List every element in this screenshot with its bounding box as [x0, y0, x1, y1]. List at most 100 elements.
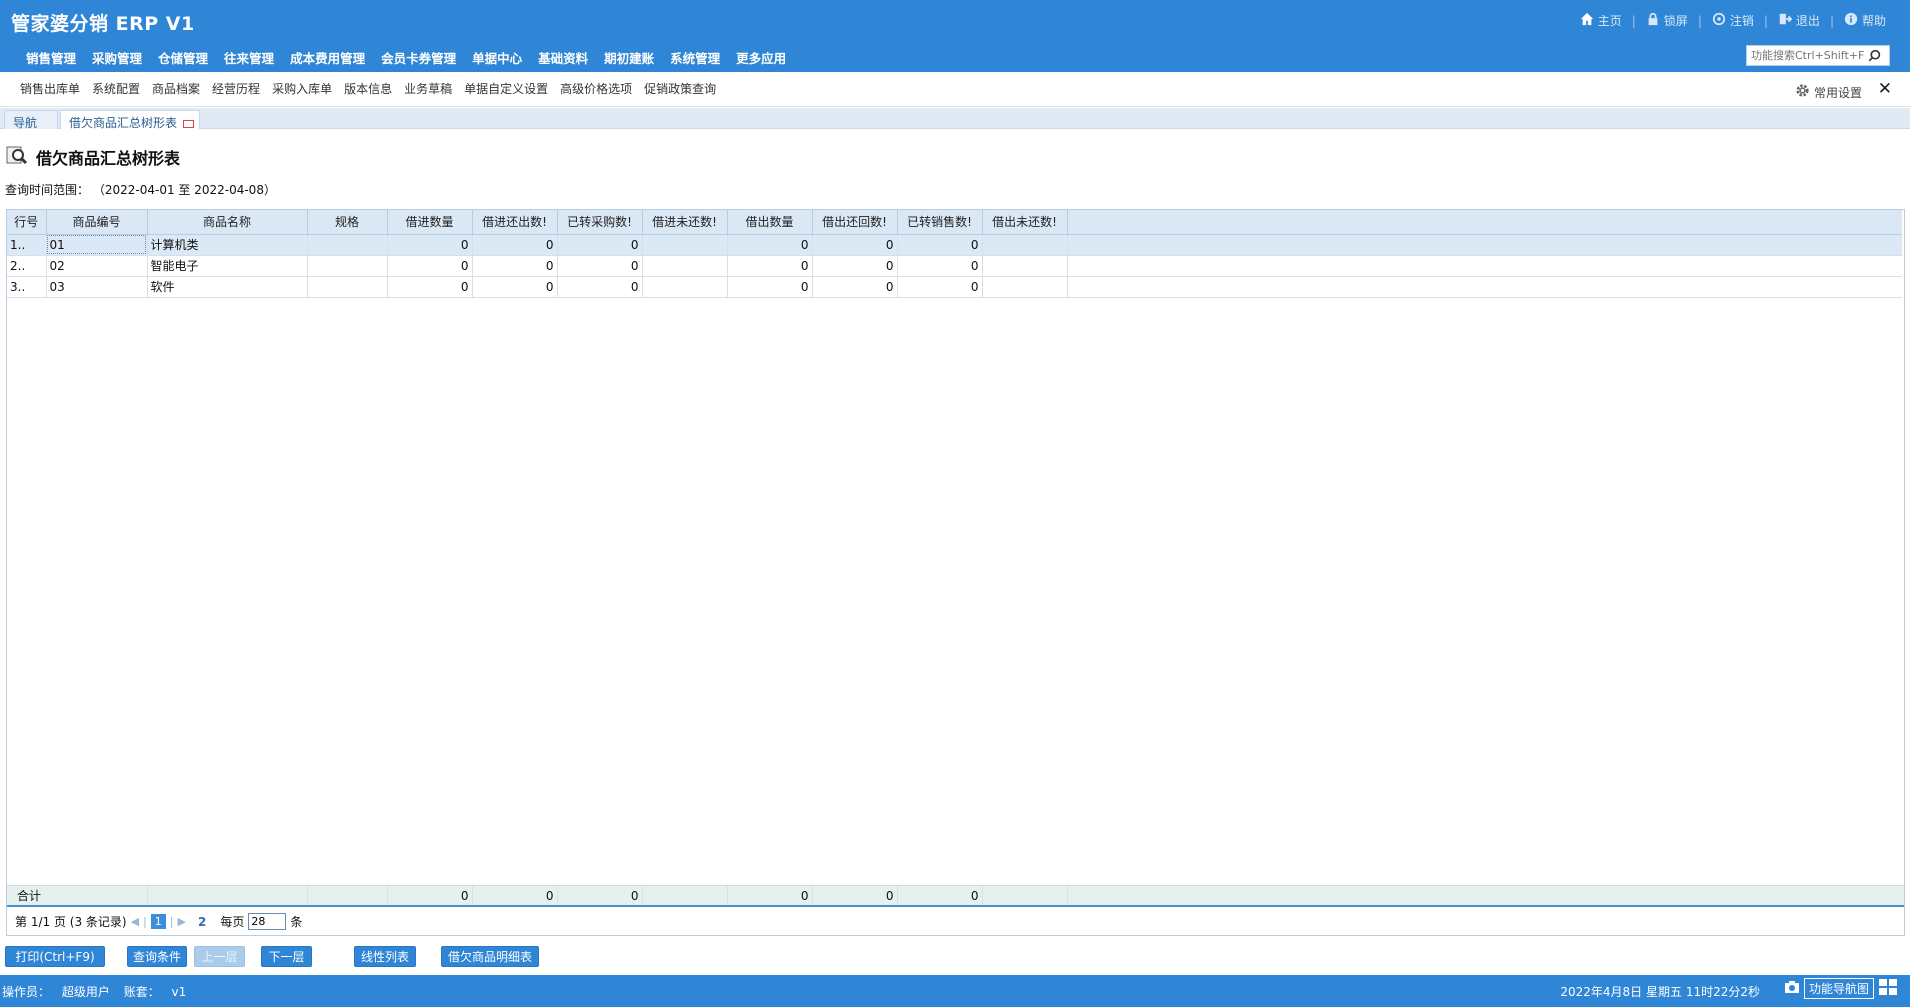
query-conditions-button[interactable]: 查询条件	[127, 946, 187, 967]
action-bar: 打印(Ctrl+F9) 查询条件 上一层 下一层 线性列表 借欠商品明细表	[5, 946, 805, 968]
col-header[interactable]: 已转销售数!	[897, 210, 983, 235]
cell-number[interactable]: 0	[472, 255, 558, 277]
exit-link[interactable]: 退出	[1770, 12, 1828, 29]
prev-page-icon[interactable]: ◀	[131, 915, 139, 928]
col-header[interactable]: 规格	[307, 210, 388, 235]
cell-number[interactable]	[982, 234, 1068, 256]
table-row[interactable]: 1.. 01 计算机类 0 0 0 0 0 0	[7, 234, 1902, 256]
cell-number[interactable]: 0	[387, 276, 473, 298]
level-down-button[interactable]: 下一层	[261, 946, 312, 967]
lock-screen-link[interactable]: 锁屏	[1638, 12, 1696, 29]
cell-spec[interactable]	[307, 255, 388, 277]
search-icon[interactable]	[1865, 47, 1883, 65]
quick-link-sales-out[interactable]: 销售出库单	[14, 80, 86, 97]
quick-link-version[interactable]: 版本信息	[338, 80, 398, 97]
cell-code[interactable]: 02	[46, 255, 148, 277]
cell-number[interactable]: 0	[812, 276, 898, 298]
print-button[interactable]: 打印(Ctrl+F9)	[5, 946, 105, 967]
linear-list-button[interactable]: 线性列表	[354, 946, 416, 967]
cell-number[interactable]: 0	[897, 276, 983, 298]
cell-number[interactable]: 0	[897, 234, 983, 256]
cell-number[interactable]: 0	[727, 255, 813, 277]
quick-link-doc-custom[interactable]: 单据自定义设置	[458, 80, 554, 97]
quick-link-system-config[interactable]: 系统配置	[86, 80, 146, 97]
nav-more-apps[interactable]: 更多应用	[728, 48, 794, 67]
cell-name[interactable]: 智能电子	[147, 255, 308, 277]
quick-link-purchase-in[interactable]: 采购入库单	[266, 80, 338, 97]
col-header[interactable]: 商品名称	[147, 210, 308, 235]
nav-purchase[interactable]: 采购管理	[84, 48, 150, 67]
nav-opening[interactable]: 期初建账	[596, 48, 662, 67]
tab-navigation[interactable]: 导航	[4, 110, 58, 130]
col-header[interactable]: 借进还出数!	[472, 210, 558, 235]
current-page-button[interactable]: 1	[150, 914, 166, 929]
nav-accounts[interactable]: 往来管理	[216, 48, 282, 67]
cell-number[interactable]: 0	[472, 234, 558, 256]
cell-number[interactable]	[642, 255, 728, 277]
cell-number[interactable]	[642, 234, 728, 256]
help-link[interactable]: 帮助	[1836, 12, 1894, 29]
table-row[interactable]: 2.. 02 智能电子 0 0 0 0 0 0	[7, 255, 1902, 277]
common-settings-button[interactable]: 常用设置	[1795, 83, 1862, 101]
cell-spec[interactable]	[307, 276, 388, 298]
cell-number[interactable]	[982, 276, 1068, 298]
quick-bar: 销售出库单 系统配置 商品档案 经营历程 采购入库单 版本信息 业务草稿 单据自…	[0, 72, 1910, 107]
cell-number[interactable]: 0	[557, 276, 643, 298]
tab-close-icon[interactable]	[183, 119, 195, 128]
nav-system[interactable]: 系统管理	[662, 48, 728, 67]
query-range-label: 查询时间范围：	[5, 183, 90, 197]
cell-number[interactable]: 0	[387, 234, 473, 256]
quick-link-price-options[interactable]: 高级价格选项	[554, 80, 638, 97]
table-row[interactable]: 3.. 03 软件 0 0 0 0 0 0	[7, 276, 1902, 298]
cell-number[interactable]	[642, 276, 728, 298]
tab-borrow-summary[interactable]: 借欠商品汇总树形表	[60, 110, 200, 130]
cell-code[interactable]: 01	[46, 234, 148, 256]
col-header[interactable]: 借出数量	[727, 210, 813, 235]
cell-number[interactable]: 0	[387, 255, 473, 277]
camera-icon[interactable]	[1784, 980, 1800, 997]
nav-cost[interactable]: 成本费用管理	[282, 48, 373, 67]
nav-basic-data[interactable]: 基础资料	[530, 48, 596, 67]
cell-number[interactable]: 0	[812, 255, 898, 277]
row-number: 1..	[7, 234, 47, 256]
col-header[interactable]: 借进数量	[387, 210, 473, 235]
quick-link-history[interactable]: 经营历程	[206, 80, 266, 97]
pager-divider: |	[143, 915, 147, 928]
function-search-input[interactable]	[1747, 49, 1865, 62]
cell-number[interactable]: 0	[727, 234, 813, 256]
nav-member-card[interactable]: 会员卡券管理	[373, 48, 464, 67]
quick-link-promotion[interactable]: 促销政策查询	[638, 80, 722, 97]
logout-link[interactable]: 注销	[1704, 12, 1762, 29]
col-header[interactable]: 借出未还数!	[982, 210, 1068, 235]
nav-warehouse[interactable]: 仓储管理	[150, 48, 216, 67]
col-header[interactable]: 已转采购数!	[557, 210, 643, 235]
home-link[interactable]: 主页	[1572, 12, 1630, 29]
col-header[interactable]: 商品编号	[46, 210, 148, 235]
quick-link-product-archive[interactable]: 商品档案	[146, 80, 206, 97]
quick-link-drafts[interactable]: 业务草稿	[398, 80, 458, 97]
next-page-icon[interactable]: ▶	[177, 915, 185, 928]
cell-number[interactable]: 0	[472, 276, 558, 298]
page-2-link[interactable]: 2	[198, 915, 206, 929]
level-up-button[interactable]: 上一层	[194, 946, 245, 967]
close-icon[interactable]: ✕	[1878, 79, 1892, 99]
nav-sales[interactable]: 销售管理	[18, 48, 84, 67]
cell-number[interactable]	[982, 255, 1068, 277]
cell-code[interactable]: 03	[46, 276, 148, 298]
function-nav-map-button[interactable]: 功能导航图	[1803, 978, 1874, 999]
cell-number[interactable]: 0	[727, 276, 813, 298]
cell-number[interactable]: 0	[812, 234, 898, 256]
col-header[interactable]: 借出还回数!	[812, 210, 898, 235]
cell-name[interactable]: 软件	[147, 276, 308, 298]
grid-apps-icon[interactable]	[1878, 978, 1898, 999]
borrow-detail-button[interactable]: 借欠商品明细表	[441, 946, 539, 967]
col-header[interactable]: 行号	[7, 210, 47, 235]
cell-name[interactable]: 计算机类	[147, 234, 308, 256]
cell-number[interactable]: 0	[557, 255, 643, 277]
cell-number[interactable]: 0	[557, 234, 643, 256]
cell-spec[interactable]	[307, 234, 388, 256]
nav-documents[interactable]: 单据中心	[464, 48, 530, 67]
per-page-input[interactable]	[248, 913, 287, 930]
col-header[interactable]: 借进未还数!	[642, 210, 728, 235]
cell-number[interactable]: 0	[897, 255, 983, 277]
